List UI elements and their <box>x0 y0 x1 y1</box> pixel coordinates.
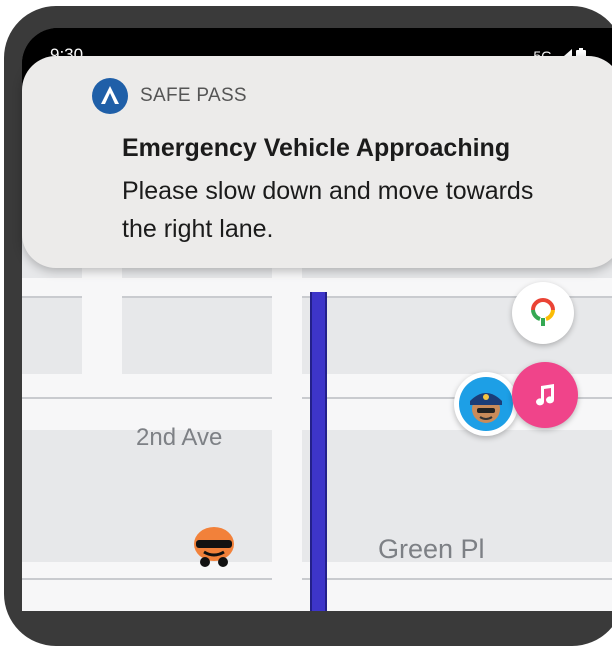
notification-card[interactable]: SAFE PASS Emergency Vehicle Approaching … <box>22 56 612 268</box>
app-logo-icon <box>92 78 128 114</box>
assistant-button[interactable] <box>512 282 574 344</box>
street-label-2nd-ave: 2nd Ave <box>136 424 223 451</box>
app-name: SAFE PASS <box>140 85 247 106</box>
music-button[interactable] <box>512 362 578 428</box>
car-avatar-icon <box>194 527 234 567</box>
assistant-mic-icon <box>531 298 555 326</box>
notification-body: Please slow down and move towards the ri… <box>122 177 534 243</box>
street-label-green-pl: Green Pl <box>378 534 485 564</box>
police-icon <box>459 377 513 431</box>
route-line <box>310 292 327 611</box>
music-note-icon <box>536 384 554 406</box>
notification-app-row: SAFE PASS <box>92 78 247 114</box>
vehicle-avatar <box>190 522 238 568</box>
police-report-badge[interactable] <box>454 372 518 436</box>
notification-title: Emergency Vehicle Approaching <box>122 134 511 162</box>
